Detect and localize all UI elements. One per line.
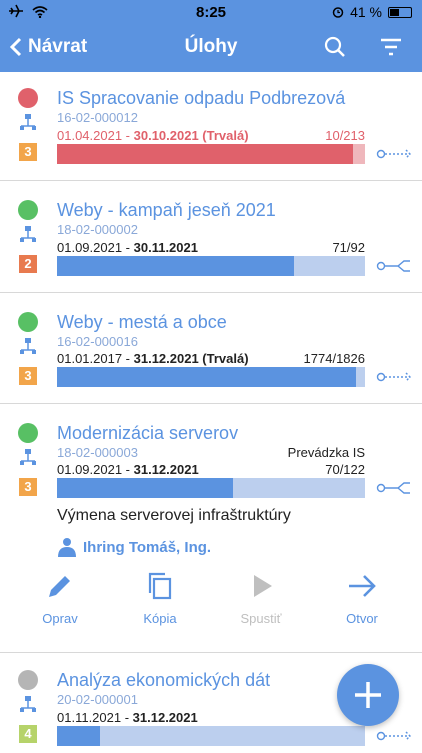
task-count: 71/92 bbox=[332, 240, 365, 255]
task-dates: 01.01.2017 - 31.12.2021 (Trvalá) bbox=[57, 351, 249, 366]
progress-bar bbox=[57, 726, 365, 746]
flow-icon[interactable] bbox=[376, 147, 414, 161]
task-code: 20-02-000001 bbox=[57, 692, 138, 707]
pencil-icon bbox=[49, 576, 70, 597]
start-label: Spustiť bbox=[240, 611, 282, 626]
back-button[interactable]: Návrat bbox=[10, 36, 87, 58]
task-item[interactable]: 3 IS Spracovanie odpadu Podbrezová 16-02… bbox=[0, 72, 422, 181]
flow-icon[interactable] bbox=[376, 370, 414, 384]
navigation-bar: Návrat Úlohy bbox=[0, 24, 422, 72]
status-dot bbox=[18, 200, 38, 220]
task-name: Analýza ekonomických dát bbox=[57, 670, 271, 690]
status-bar: 8:25 41 % bbox=[0, 0, 422, 24]
task-code: 16-02-000016 bbox=[57, 334, 138, 349]
progress-fill bbox=[57, 367, 356, 387]
play-icon bbox=[254, 575, 272, 597]
task-name: Weby - kampaň jeseň 2021 bbox=[57, 200, 276, 220]
progress-bar bbox=[57, 144, 365, 164]
task-code: 18-02-000002 bbox=[57, 222, 138, 237]
arrow-right-icon bbox=[349, 575, 376, 597]
progress-fill bbox=[57, 478, 233, 498]
priority-badge: 3 bbox=[19, 143, 37, 161]
copy-icon bbox=[148, 572, 172, 600]
back-label: Návrat bbox=[28, 36, 88, 57]
date-start: 01.04.2021 - bbox=[57, 128, 134, 143]
search-icon bbox=[324, 36, 345, 57]
task-code: 16-02-000012 bbox=[57, 110, 138, 125]
task-item-expanded[interactable]: 3 Modernizácia serverov 18-02-000003 Pre… bbox=[0, 404, 422, 653]
task-dates: 01.09.2021 - 31.12.2021 bbox=[57, 462, 199, 477]
user-icon bbox=[58, 538, 76, 557]
task-dates: 01.04.2021 - 30.10.2021 (Trvalá) bbox=[57, 128, 249, 143]
status-dot bbox=[18, 423, 38, 443]
open-button[interactable]: Otvor bbox=[322, 571, 402, 626]
assignee[interactable]: Ihring Tomáš, Ing. bbox=[57, 537, 211, 557]
branch-icon[interactable] bbox=[376, 259, 414, 273]
priority-badge: 3 bbox=[19, 478, 37, 496]
progress-bar bbox=[57, 367, 365, 387]
task-name: Modernizácia serverov bbox=[57, 423, 239, 443]
task-item[interactable]: 2 Weby - kampaň jeseň 2021 18-02-000002 … bbox=[0, 181, 422, 293]
task-category: Prevádzka IS bbox=[287, 445, 365, 460]
task-name: Weby - mestá a obce bbox=[57, 312, 227, 332]
task-actions: Oprav Kópia Spustiť Otvor bbox=[0, 571, 422, 643]
battery-percent: 41 % bbox=[350, 4, 382, 20]
filter-button[interactable] bbox=[380, 38, 402, 61]
task-dates: 01.09.2021 - 30.11.2021 bbox=[57, 240, 198, 255]
progress-fill bbox=[57, 144, 353, 164]
network-icon bbox=[20, 449, 36, 465]
add-task-button[interactable] bbox=[337, 664, 399, 726]
progress-fill bbox=[57, 726, 101, 746]
network-icon bbox=[20, 696, 36, 712]
network-icon bbox=[20, 338, 36, 354]
task-subtitle: Výmena serverovej infraštruktúry bbox=[57, 507, 291, 524]
network-icon bbox=[20, 226, 36, 242]
task-dates: 01.11.2021 - 31.12.2021 bbox=[57, 710, 198, 725]
task-item[interactable]: 3 Weby - mestá a obce 16-02-000016 01.01… bbox=[0, 293, 422, 404]
chevron-left-icon bbox=[10, 37, 22, 57]
date-start: 01.11.2021 - bbox=[57, 710, 133, 725]
date-end: 31.12.2021 bbox=[132, 710, 198, 725]
assignee-name: Ihring Tomáš, Ing. bbox=[83, 538, 212, 556]
filter-icon bbox=[381, 38, 401, 56]
date-start: 01.09.2021 - bbox=[57, 462, 134, 477]
search-button[interactable] bbox=[324, 36, 346, 63]
copy-button[interactable]: Kópia bbox=[120, 571, 200, 626]
status-dot bbox=[18, 670, 38, 690]
edit-button[interactable]: Oprav bbox=[20, 571, 100, 626]
priority-badge: 2 bbox=[19, 255, 37, 273]
flow-icon[interactable] bbox=[376, 729, 414, 743]
progress-bar bbox=[57, 256, 365, 276]
plus-icon bbox=[355, 682, 381, 708]
date-end: 31.12.2021 (Trvalá) bbox=[133, 351, 249, 366]
battery-icon bbox=[388, 6, 412, 18]
alarm-icon bbox=[332, 7, 344, 18]
task-name: IS Spracovanie odpadu Podbrezová bbox=[57, 88, 346, 108]
date-end: 31.12.2021 bbox=[133, 462, 199, 477]
task-count: 10/213 bbox=[325, 128, 365, 143]
branch-icon[interactable] bbox=[376, 481, 414, 495]
date-end: 30.11.2021 bbox=[133, 240, 198, 255]
copy-label: Kópia bbox=[143, 611, 177, 626]
priority-badge: 3 bbox=[19, 367, 37, 385]
status-dot bbox=[18, 88, 38, 108]
date-start: 01.01.2017 - bbox=[57, 351, 134, 366]
date-end: 30.10.2021 (Trvalá) bbox=[133, 128, 249, 143]
status-right: 41 % bbox=[332, 4, 412, 20]
task-code: 18-02-000003 bbox=[57, 445, 138, 460]
progress-fill bbox=[57, 256, 295, 276]
open-label: Otvor bbox=[346, 611, 378, 626]
progress-bar bbox=[57, 478, 365, 498]
edit-label: Oprav bbox=[42, 611, 78, 626]
task-count: 70/122 bbox=[325, 462, 365, 477]
network-icon bbox=[20, 114, 36, 130]
priority-badge: 4 bbox=[19, 725, 37, 743]
start-button[interactable]: Spustiť bbox=[221, 571, 301, 626]
task-count: 1774/1826 bbox=[303, 351, 365, 366]
date-start: 01.09.2021 - bbox=[57, 240, 134, 255]
status-dot bbox=[18, 312, 38, 332]
